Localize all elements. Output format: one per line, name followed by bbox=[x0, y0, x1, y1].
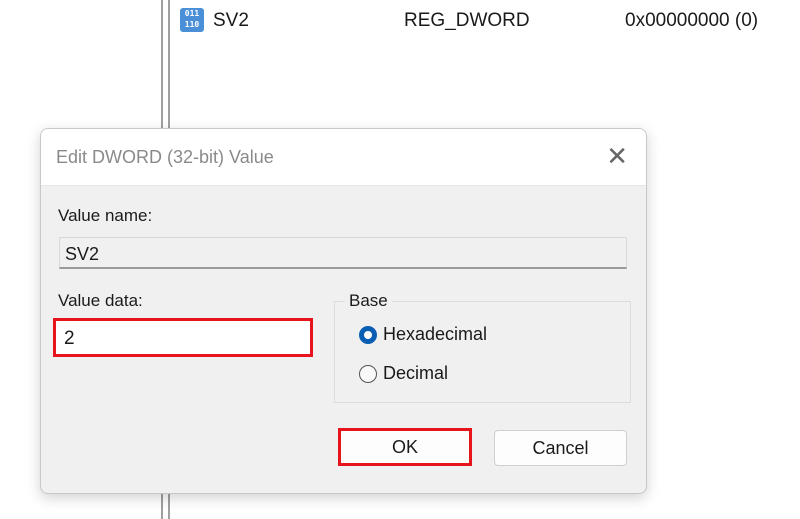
value-data-input[interactable]: 2 bbox=[53, 318, 313, 357]
value-data: 0x00000000 (0) bbox=[625, 10, 759, 31]
radio-selected-icon bbox=[359, 325, 377, 344]
edit-dword-dialog: Edit DWORD (32-bit) Value ✕ Value name: … bbox=[40, 128, 647, 494]
value-name-field: SV2 bbox=[59, 237, 627, 269]
reg-binary-icon: 011 110 bbox=[180, 8, 204, 32]
ok-button[interactable]: OK bbox=[338, 428, 472, 466]
value-data-label: Value data: bbox=[58, 291, 143, 310]
value-name: SV2 bbox=[213, 10, 249, 31]
radio-label: Decimal bbox=[383, 363, 449, 383]
value-name-label: Value name: bbox=[58, 206, 153, 225]
close-icon[interactable]: ✕ bbox=[606, 141, 628, 172]
radio-decimal[interactable]: Decimal bbox=[359, 363, 448, 384]
radio-unselected-icon bbox=[359, 364, 377, 383]
radio-hexadecimal[interactable]: Hexadecimal bbox=[359, 324, 487, 345]
base-groupbox: Base Hexadecimal Decimal bbox=[334, 291, 631, 403]
base-label: Base bbox=[345, 291, 392, 311]
cancel-button[interactable]: Cancel bbox=[494, 430, 627, 466]
dialog-title: Edit DWORD (32-bit) Value bbox=[56, 147, 274, 167]
registry-value-row[interactable]: 011 110 SV2 REG_DWORD 0x00000000 (0) bbox=[180, 6, 800, 36]
radio-label: Hexadecimal bbox=[383, 324, 488, 344]
value-type: REG_DWORD bbox=[404, 10, 530, 31]
dialog-titlebar[interactable]: Edit DWORD (32-bit) Value ✕ bbox=[41, 129, 646, 186]
